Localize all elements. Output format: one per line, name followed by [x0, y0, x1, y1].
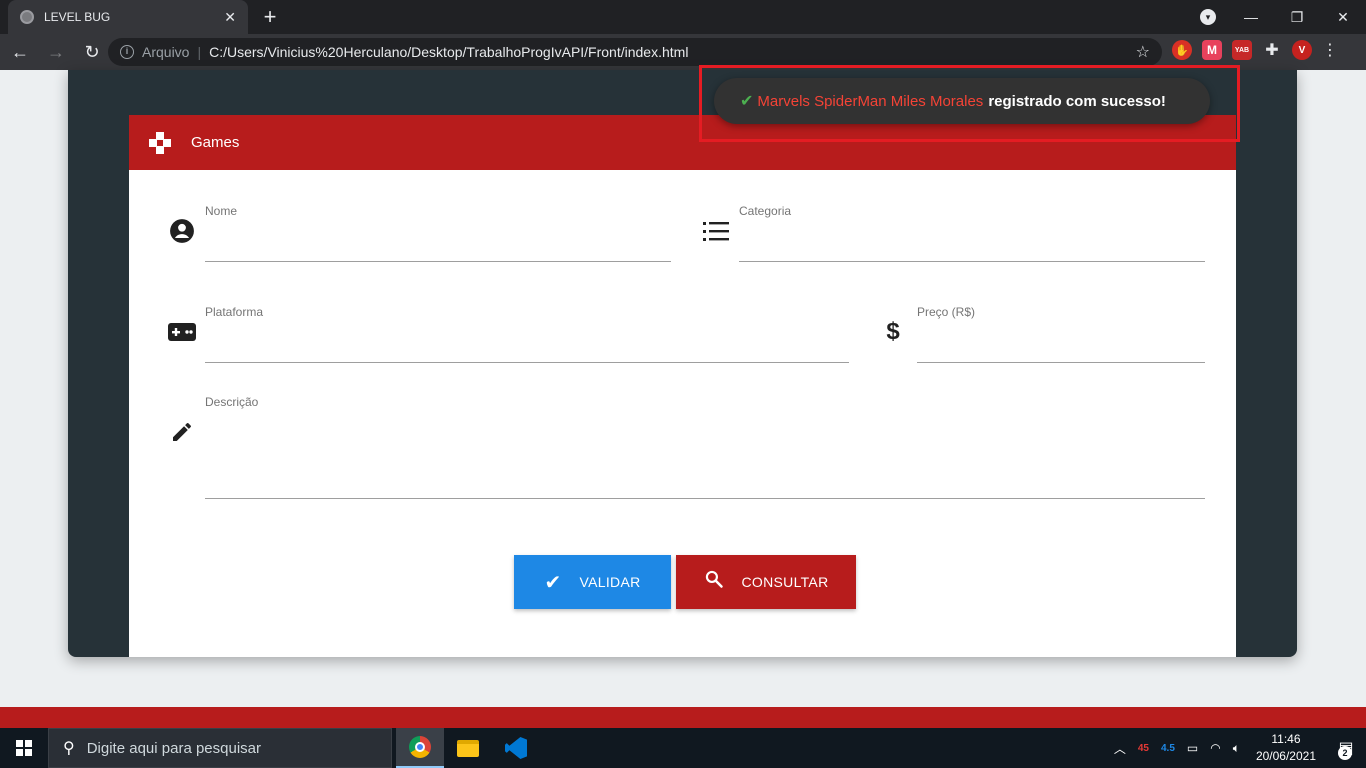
- preco-label: Preço (R$): [917, 305, 976, 319]
- profile-avatar[interactable]: V: [1292, 40, 1312, 60]
- check-icon: ✔: [544, 571, 562, 594]
- list-icon: [702, 217, 730, 245]
- consultar-button[interactable]: CONSULTAR: [676, 555, 856, 609]
- toast-message: registrado com sucesso!: [988, 92, 1166, 110]
- account-circle-icon: [168, 217, 196, 245]
- gamepad-icon: [168, 318, 196, 346]
- volume-icon[interactable]: 🔈︎: [1233, 741, 1240, 756]
- info-icon[interactable]: i: [120, 45, 134, 59]
- tab-level-bug[interactable]: LEVEL BUG ✕: [8, 0, 248, 34]
- descricao-label: Descrição: [205, 395, 259, 409]
- nome-label: Nome: [205, 204, 238, 218]
- chevron-up-icon[interactable]: ︿: [1114, 740, 1126, 757]
- search-placeholder: Digite aqui para pesquisar: [86, 739, 261, 757]
- tray-value-red[interactable]: 45: [1138, 743, 1149, 754]
- windows-taskbar: ⚲ Digite aqui para pesquisar ︿ 45 4.5 ▭ …: [0, 728, 1366, 768]
- address-bar[interactable]: i Arquivo | C:/Users/Vinicius%20Herculan…: [108, 38, 1162, 66]
- back-button[interactable]: ←: [4, 36, 36, 68]
- system-tray: ︿ 45 4.5 ▭ ◠ 🔈︎ 11:46 20/06/2021 ▤ 2: [1108, 728, 1366, 768]
- wifi-icon[interactable]: ◠: [1210, 741, 1220, 755]
- categoria-label: Categoria: [739, 204, 792, 218]
- tray-value-blue[interactable]: 4.5: [1161, 743, 1175, 754]
- bookmark-star-icon[interactable]: ☆: [1136, 42, 1150, 62]
- categoria-input[interactable]: [739, 222, 1205, 262]
- nome-input[interactable]: [205, 222, 671, 262]
- taskbar-vscode[interactable]: [492, 728, 540, 768]
- restore-button[interactable]: ❐: [1274, 9, 1320, 26]
- form-title: Games: [191, 134, 240, 151]
- chevron-down-icon[interactable]: ▾: [1200, 9, 1216, 25]
- notification-center-button[interactable]: ▤ 2: [1326, 728, 1366, 768]
- globe-icon: [20, 10, 34, 24]
- taskbar-file-explorer[interactable]: [444, 728, 492, 768]
- extensions-area: ✋ M YAB ✚ V ⋮: [1172, 40, 1338, 60]
- folder-icon: [457, 739, 479, 757]
- search-icon: [704, 569, 724, 595]
- browser-tab-strip: LEVEL BUG ✕ + ▾ — ❐ ✕: [0, 0, 1366, 34]
- consultar-label: CONSULTAR: [741, 574, 829, 590]
- close-tab-icon[interactable]: ✕: [224, 9, 236, 26]
- taskbar-chrome[interactable]: [396, 728, 444, 768]
- m-extension-icon[interactable]: M: [1202, 40, 1222, 60]
- address-scheme: Arquivo: [142, 44, 190, 60]
- start-button[interactable]: [0, 728, 48, 768]
- page-viewport: Games Nome Categoria Plataforma $ Preço …: [0, 70, 1366, 728]
- validar-label: VALIDAR: [579, 574, 641, 590]
- toast-game-name: Marvels SpiderMan Miles Morales: [757, 92, 984, 110]
- hand-extension-icon[interactable]: ✋: [1172, 40, 1192, 60]
- success-toast[interactable]: ✔ Marvels SpiderMan Miles Morales regist…: [714, 78, 1210, 124]
- validar-button[interactable]: ✔ VALIDAR: [514, 555, 671, 609]
- battery-icon[interactable]: ▭: [1187, 741, 1198, 755]
- puzzle-icon[interactable]: ✚: [1262, 40, 1282, 60]
- notification-count: 2: [1338, 746, 1352, 760]
- tab-title: LEVEL BUG: [44, 10, 111, 24]
- close-window-button[interactable]: ✕: [1320, 9, 1366, 26]
- clock-time: 11:46: [1271, 732, 1301, 746]
- descricao-textarea[interactable]: [205, 415, 1205, 499]
- plataforma-input[interactable]: [205, 323, 849, 363]
- check-icon: ✔: [740, 93, 754, 110]
- address-url[interactable]: C:/Users/Vinicius%20Herculano/Desktop/Tr…: [209, 44, 1136, 60]
- pencil-icon: [168, 418, 196, 446]
- yab-extension-icon[interactable]: YAB: [1232, 40, 1252, 60]
- windows-logo-icon: [16, 740, 32, 756]
- chrome-icon: [409, 736, 431, 758]
- preco-input[interactable]: [917, 323, 1205, 363]
- new-tab-button[interactable]: +: [258, 4, 282, 30]
- vscode-icon: [505, 737, 527, 759]
- minimize-button[interactable]: —: [1228, 9, 1274, 25]
- clock-date: 20/06/2021: [1255, 749, 1316, 763]
- kebab-menu-icon[interactable]: ⋮: [1322, 40, 1338, 60]
- dollar-icon: $: [886, 318, 900, 345]
- gamepad-cross-icon: [149, 131, 171, 154]
- forward-button[interactable]: →: [40, 36, 72, 68]
- taskbar-search[interactable]: ⚲ Digite aqui para pesquisar: [48, 728, 392, 768]
- reload-button[interactable]: ↻: [76, 36, 108, 68]
- page-footer-bar: [0, 707, 1366, 728]
- window-controls: — ❐ ✕: [1228, 0, 1366, 34]
- search-icon: ⚲: [63, 740, 75, 757]
- taskbar-clock[interactable]: 11:46 20/06/2021: [1256, 731, 1316, 765]
- plataforma-label: Plataforma: [205, 305, 264, 319]
- address-separator: |: [197, 44, 202, 60]
